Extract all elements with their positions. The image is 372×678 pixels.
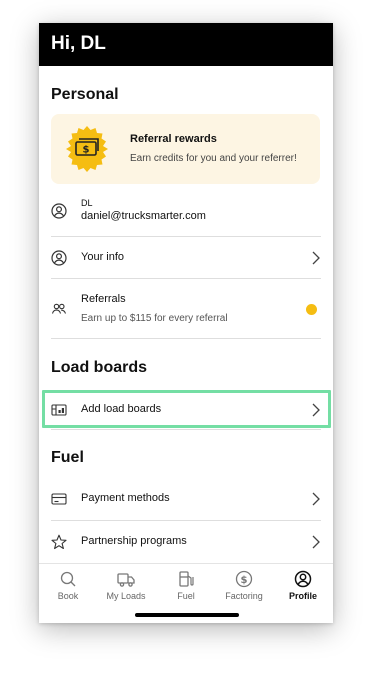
tab-my-loads[interactable]: My Loads [97,570,155,601]
payment-methods-row[interactable]: Payment methods [51,478,321,521]
search-icon [60,571,76,587]
svg-text:$: $ [83,145,90,156]
your-info-label: Your info [81,251,125,263]
partnership-programs-label: Partnership programs [81,535,187,547]
section-title-personal: Personal [51,86,119,103]
home-indicator [135,613,239,617]
profile-icon [294,570,312,588]
tab-factoring[interactable]: $ Factoring [215,570,273,601]
chevron-right-icon [312,535,320,549]
truck-icon [117,573,135,587]
dollar-icon: $ [235,570,253,588]
referrals-label: Referrals [81,293,126,305]
phone-screen: Hi, DL Personal $ Referral rewards Earn … [39,23,333,623]
tab-label-my-loads: My Loads [106,591,146,601]
fuel-pump-icon [179,571,194,587]
your-info-row[interactable]: Your info [51,237,321,279]
user-circle-icon [51,203,67,219]
section-title-fuel: Fuel [51,449,84,466]
tab-label-factoring: Factoring [225,591,263,601]
notification-dot [306,304,317,315]
partnership-programs-row[interactable]: Partnership programs [51,521,321,564]
star-icon [51,534,67,550]
referral-card-subtitle: Earn credits for you and your referrer! [130,153,297,164]
header: Hi, DL [39,23,333,66]
highlight-box [42,390,331,428]
tab-label-profile: Profile [288,591,317,601]
tab-label-fuel: Fuel [177,591,195,601]
chevron-right-icon [312,492,320,506]
referral-rewards-card[interactable]: $ Referral rewards Earn credits for you … [51,114,320,184]
chevron-right-icon [312,251,320,265]
svg-text:$: $ [241,575,248,586]
referrals-subtitle: Earn up to $115 for every referral [81,313,228,324]
referral-badge-icon: $ [66,126,108,172]
section-title-load-boards: Load boards [51,359,148,376]
greeting-title: Hi, DL [51,33,106,54]
tab-profile[interactable]: Profile [274,570,332,601]
people-icon [51,303,67,314]
account-name: DL [81,198,93,208]
credit-card-icon [51,493,67,505]
user-circle-icon [51,250,67,266]
tab-book[interactable]: Book [39,570,97,601]
referral-card-title: Referral rewards [130,133,217,145]
account-email: daniel@trucksmarter.com [81,210,206,222]
account-row[interactable]: DL daniel@trucksmarter.com [51,192,321,237]
tab-fuel[interactable]: Fuel [157,570,215,601]
payment-methods-label: Payment methods [81,492,170,504]
referrals-row[interactable]: Referrals Earn up to $115 for every refe… [51,279,321,339]
tab-label-book: Book [57,591,79,601]
